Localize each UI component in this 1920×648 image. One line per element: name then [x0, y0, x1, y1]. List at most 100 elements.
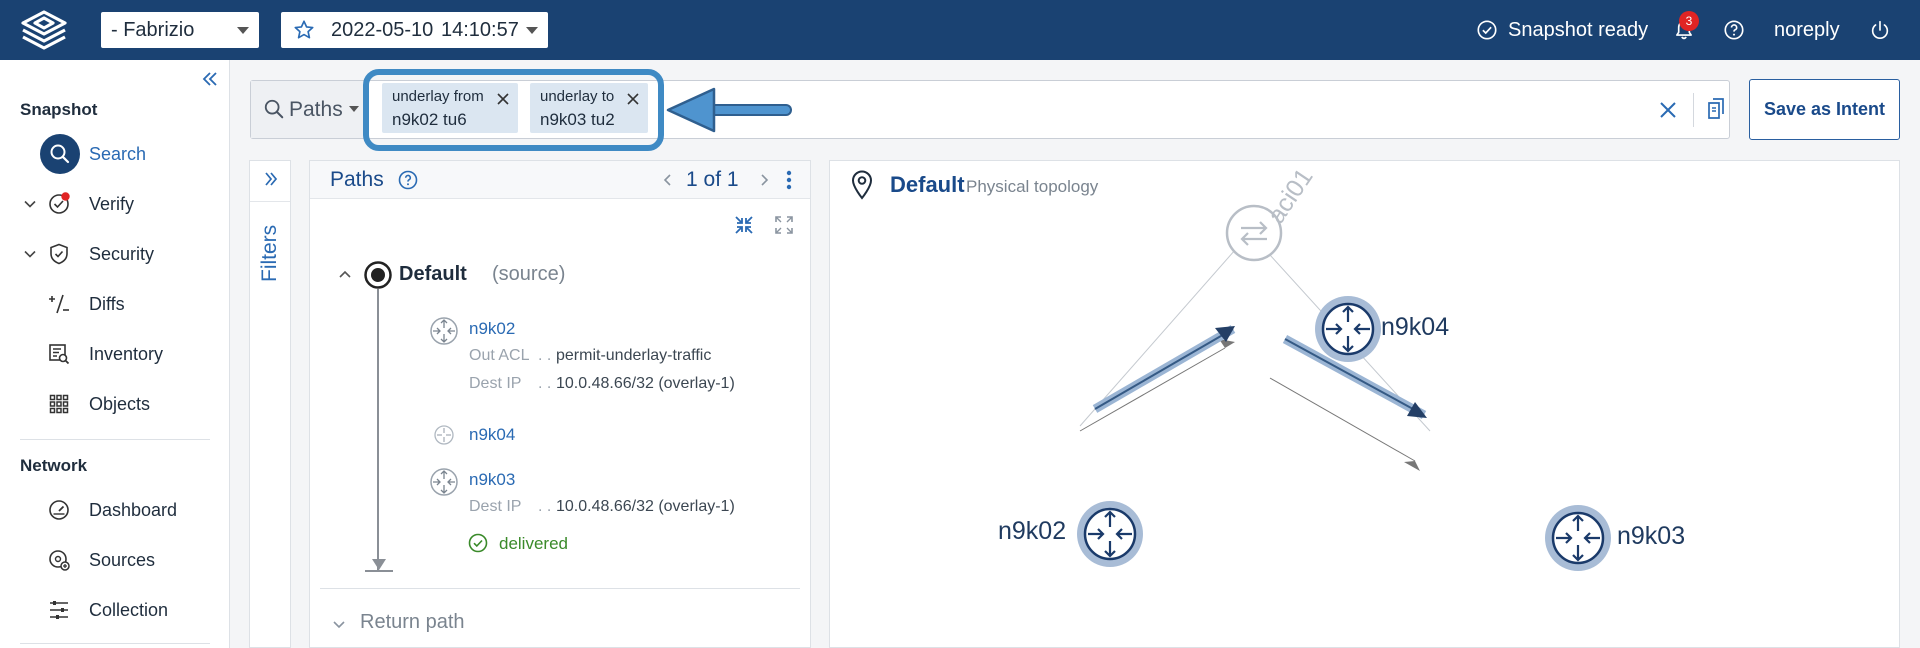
node-label-n9k03: n9k03 — [1617, 522, 1686, 550]
shield-icon — [50, 243, 68, 265]
more-vertical-icon[interactable] — [785, 169, 793, 191]
sidebar-item-label: Sources — [89, 549, 156, 570]
router-icon[interactable] — [1543, 503, 1613, 573]
sidebar-item-inventory[interactable]: Inventory — [0, 334, 229, 374]
detail-value: 10.0.48.66/32 (overlay-1) — [556, 375, 735, 392]
inventory-icon — [49, 344, 70, 365]
detail-dots: . . — [538, 375, 552, 392]
chevron-up-icon[interactable] — [338, 269, 352, 279]
sidebar-item-diffs[interactable]: Diffs — [0, 284, 229, 324]
detail-dots: . . — [538, 347, 552, 364]
sidebar-item-objects[interactable]: Objects — [0, 384, 229, 424]
sources-icon — [49, 550, 70, 571]
divider — [20, 439, 210, 440]
paths-panel: Paths 1 of 1 Default (source) n9k02 Out … — [309, 160, 811, 648]
search-icon — [264, 99, 284, 119]
detail-value: permit-underlay-traffic — [556, 347, 712, 364]
network-section-title: Network — [20, 456, 88, 475]
node-label-n9k04: n9k04 — [1381, 313, 1450, 341]
copy-icon[interactable] — [1705, 97, 1727, 121]
sidebar-item-label: Collection — [89, 599, 169, 620]
sliders-icon — [50, 601, 68, 619]
sidebar-item-label: Search — [89, 143, 147, 164]
snapshot-status-text: Snapshot ready — [1508, 18, 1649, 41]
expand-filters-icon[interactable] — [263, 171, 279, 187]
gauge-icon — [49, 500, 69, 520]
sidebar-item-collection[interactable]: Collection — [0, 590, 229, 630]
chevron-down-icon[interactable] — [23, 247, 37, 261]
sidebar-item-label: Verify — [89, 193, 135, 214]
divider — [250, 201, 290, 202]
paths-header: Paths 1 of 1 — [310, 161, 810, 199]
divider — [20, 643, 210, 644]
timeline-end-icon — [365, 559, 393, 572]
router-icon — [434, 425, 454, 445]
sidebar-item-verify[interactable]: Verify — [0, 184, 229, 224]
result-status: delivered — [499, 534, 568, 553]
sidebar-item-label: Dashboard — [89, 499, 178, 520]
hop-link-n9k02[interactable]: n9k02 — [469, 319, 515, 339]
router-icon — [430, 468, 458, 496]
detail-value: 10.0.48.66/32 (overlay-1) — [556, 498, 735, 515]
sidebar-item-security[interactable]: Security — [0, 234, 229, 274]
help-icon[interactable] — [1723, 19, 1745, 41]
annotation-arrow-icon — [666, 87, 792, 133]
clear-search-icon[interactable] — [1658, 100, 1678, 120]
chevron-down-icon — [349, 106, 359, 112]
detail-key: Out ACL — [469, 347, 530, 364]
router-icon — [430, 317, 458, 345]
topology-panel: Default Physical topology aci01 n9k04 n9… — [829, 160, 1900, 648]
search-icon — [40, 134, 80, 174]
chevron-right-icon[interactable] — [758, 173, 770, 187]
snapshot-time: 14:10:57 — [441, 18, 519, 41]
router-icon[interactable] — [1075, 499, 1145, 569]
router-icon[interactable] — [1313, 294, 1383, 364]
hop-link-n9k04[interactable]: n9k04 — [469, 425, 515, 445]
collapse-all-icon[interactable] — [733, 214, 755, 236]
power-icon[interactable] — [1869, 19, 1891, 41]
topology-graph — [1079, 232, 1431, 471]
user-menu[interactable]: noreply — [1774, 0, 1840, 60]
source-node-icon — [364, 261, 392, 289]
check-circle-icon — [1477, 20, 1497, 40]
collapse-sidebar-icon[interactable] — [201, 70, 219, 88]
notification-badge: 3 — [1679, 11, 1699, 31]
chevron-down-icon — [237, 27, 249, 34]
snapshot-select[interactable]: 2022-05-10 14:10:57 — [281, 12, 548, 48]
detail-dots: . . — [538, 498, 552, 515]
chevron-left-icon[interactable] — [662, 173, 674, 187]
star-icon[interactable] — [293, 19, 315, 41]
verify-icon — [49, 192, 70, 214]
node-label-n9k02: n9k02 — [998, 517, 1067, 545]
sidebar-item-dashboard[interactable]: Dashboard — [0, 490, 229, 530]
search-mode-value: Paths — [289, 97, 343, 121]
grid-icon — [49, 394, 69, 414]
divider — [320, 588, 800, 589]
diff-icon — [49, 294, 69, 314]
search-mode-select[interactable]: Paths — [251, 81, 366, 138]
app-logo-icon[interactable] — [18, 9, 70, 51]
network-select[interactable]: - Fabrizio — [101, 12, 259, 48]
help-icon[interactable] — [398, 170, 418, 190]
fullscreen-icon[interactable] — [773, 214, 795, 236]
snapshot-date: 2022-05-10 — [331, 18, 434, 41]
divider — [1693, 93, 1694, 127]
highlight-frame — [363, 69, 664, 151]
snapshot-section-title: Snapshot — [20, 100, 98, 119]
top-bar: - Fabrizio 2022-05-10 14:10:57 Snapshot … — [0, 0, 1920, 60]
network-select-value: - Fabrizio — [111, 18, 195, 41]
return-path-toggle[interactable]: Return path — [360, 611, 465, 634]
sidebar: Snapshot Search Verify Security Diffs In… — [0, 60, 230, 648]
filters-toggle[interactable]: Filters — [258, 225, 282, 282]
chevron-down-icon[interactable] — [23, 197, 37, 211]
save-as-intent-button[interactable]: Save as Intent — [1749, 79, 1900, 140]
source-name: Default — [399, 263, 467, 285]
paths-title: Paths — [330, 168, 384, 191]
source-suffix: (source) — [492, 263, 566, 285]
check-circle-icon — [468, 533, 488, 553]
snapshot-status: Snapshot ready — [1476, 0, 1648, 60]
sidebar-item-sources[interactable]: Sources — [0, 540, 229, 580]
sidebar-item-search[interactable]: Search — [0, 134, 229, 174]
chevron-down-icon[interactable] — [332, 620, 346, 630]
hop-link-n9k03[interactable]: n9k03 — [469, 470, 515, 490]
